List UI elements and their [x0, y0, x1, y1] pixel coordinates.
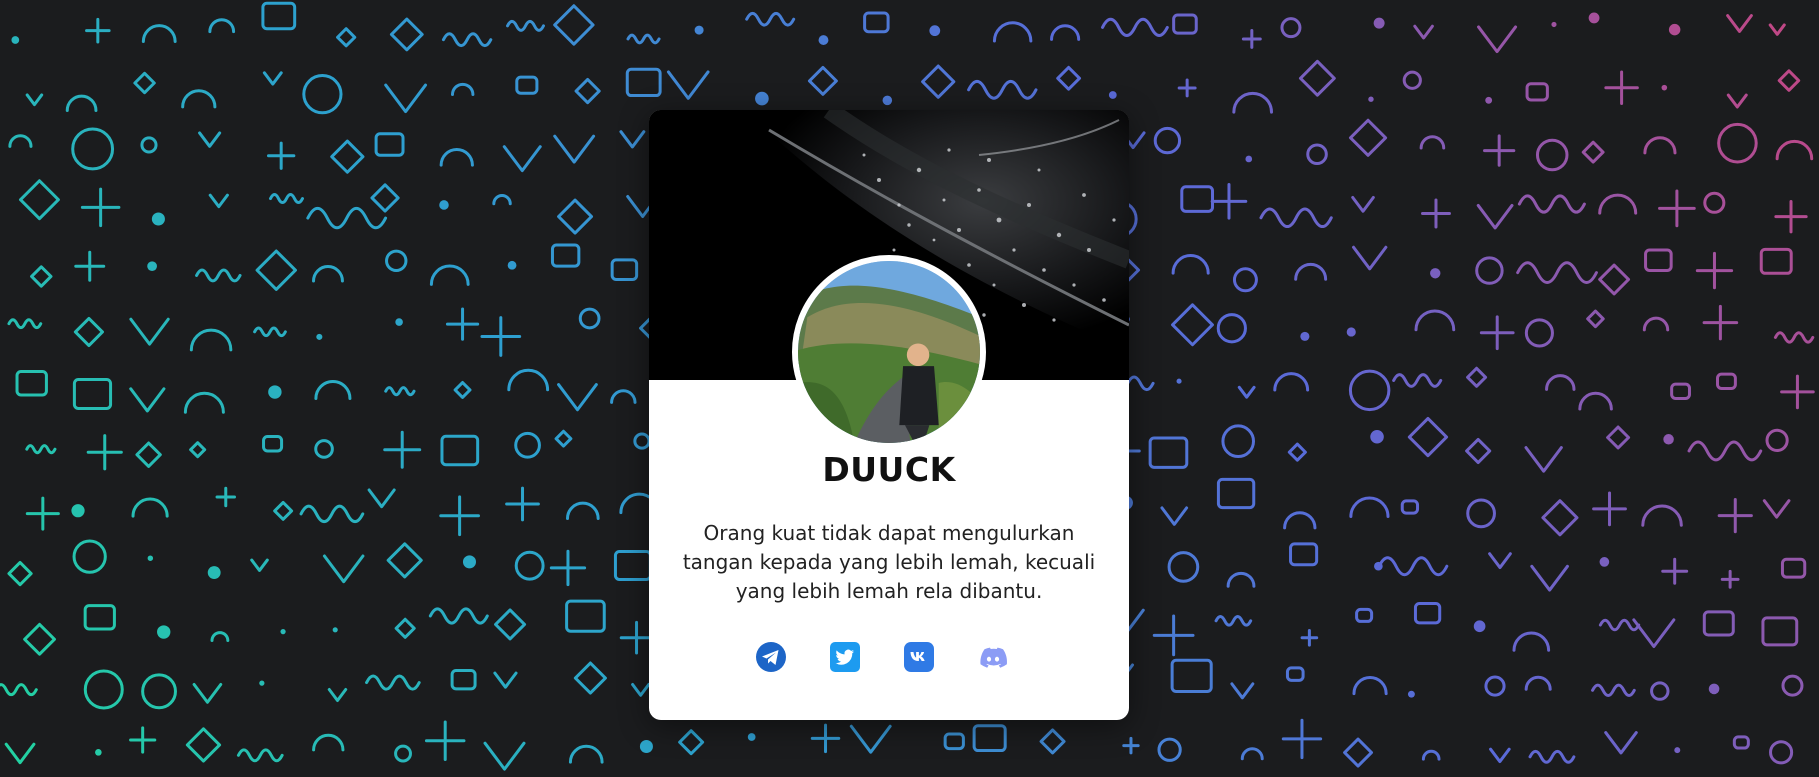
pattern-doodle: [929, 25, 941, 37]
pattern-doodle: [95, 749, 102, 756]
profile-bio: Orang kuat tidak dapat mengulurkan tanga…: [682, 521, 1096, 603]
discord-link[interactable]: [976, 640, 1010, 674]
pattern-doodle: [316, 333, 323, 340]
pattern-doodle: [1176, 378, 1182, 384]
pattern-doodle: [882, 95, 893, 106]
profile-name: DUUCK: [822, 450, 956, 489]
pattern-doodle: [747, 733, 756, 741]
pattern-doodle: [268, 385, 282, 399]
avatar[interactable]: [792, 255, 986, 449]
pattern-doodle: [818, 35, 829, 45]
pattern-doodle: [1485, 96, 1493, 104]
pattern-doodle: [280, 628, 286, 635]
pattern-doodle: [332, 627, 338, 633]
pattern-doodle: [147, 261, 157, 272]
pattern-doodle: [1245, 155, 1253, 163]
pattern-doodle: [1708, 683, 1720, 695]
pattern-doodle: [1368, 96, 1374, 102]
pattern-doodle: [1430, 268, 1441, 279]
pattern-doodle: [395, 318, 403, 326]
pattern-doodle: [1663, 434, 1674, 445]
pattern-doodle: [1599, 557, 1610, 567]
pattern-doodle: [1661, 84, 1668, 91]
telegram-icon: [756, 642, 786, 672]
pattern-doodle: [694, 25, 704, 35]
pattern-doodle: [157, 625, 171, 639]
profile-card: DUUCK Orang kuat tidak dapat mengulurkan…: [649, 110, 1129, 720]
social-links: [649, 640, 1129, 676]
pattern-doodle: [151, 212, 165, 226]
pattern-doodle: [439, 200, 449, 210]
pattern-doodle: [1674, 747, 1681, 754]
pattern-doodle: [1473, 620, 1486, 633]
pattern-doodle: [1551, 21, 1557, 28]
discord-icon: [980, 647, 1008, 668]
pattern-doodle: [1668, 23, 1681, 36]
pattern-doodle: [207, 566, 221, 580]
vk-link[interactable]: [902, 640, 936, 674]
vk-icon: [904, 642, 934, 672]
pattern-doodle: [1346, 327, 1356, 337]
pattern-doodle: [1407, 690, 1415, 698]
pattern-doodle: [1370, 429, 1384, 444]
twitter-icon: [830, 642, 860, 672]
pattern-doodle: [755, 91, 769, 106]
twitter-link[interactable]: [828, 640, 862, 674]
pattern-doodle: [462, 555, 477, 569]
pattern-doodle: [11, 36, 20, 44]
pattern-doodle: [259, 680, 265, 686]
pattern-doodle: [147, 555, 154, 561]
pattern-doodle: [71, 504, 85, 518]
pattern-doodle: [1108, 91, 1117, 99]
pattern-doodle: [1300, 331, 1310, 341]
pattern-doodle: [1588, 12, 1600, 24]
telegram-link[interactable]: [754, 640, 788, 674]
pattern-doodle: [507, 260, 517, 270]
pattern-doodle: [639, 739, 653, 754]
pattern-doodle: [1373, 17, 1385, 29]
